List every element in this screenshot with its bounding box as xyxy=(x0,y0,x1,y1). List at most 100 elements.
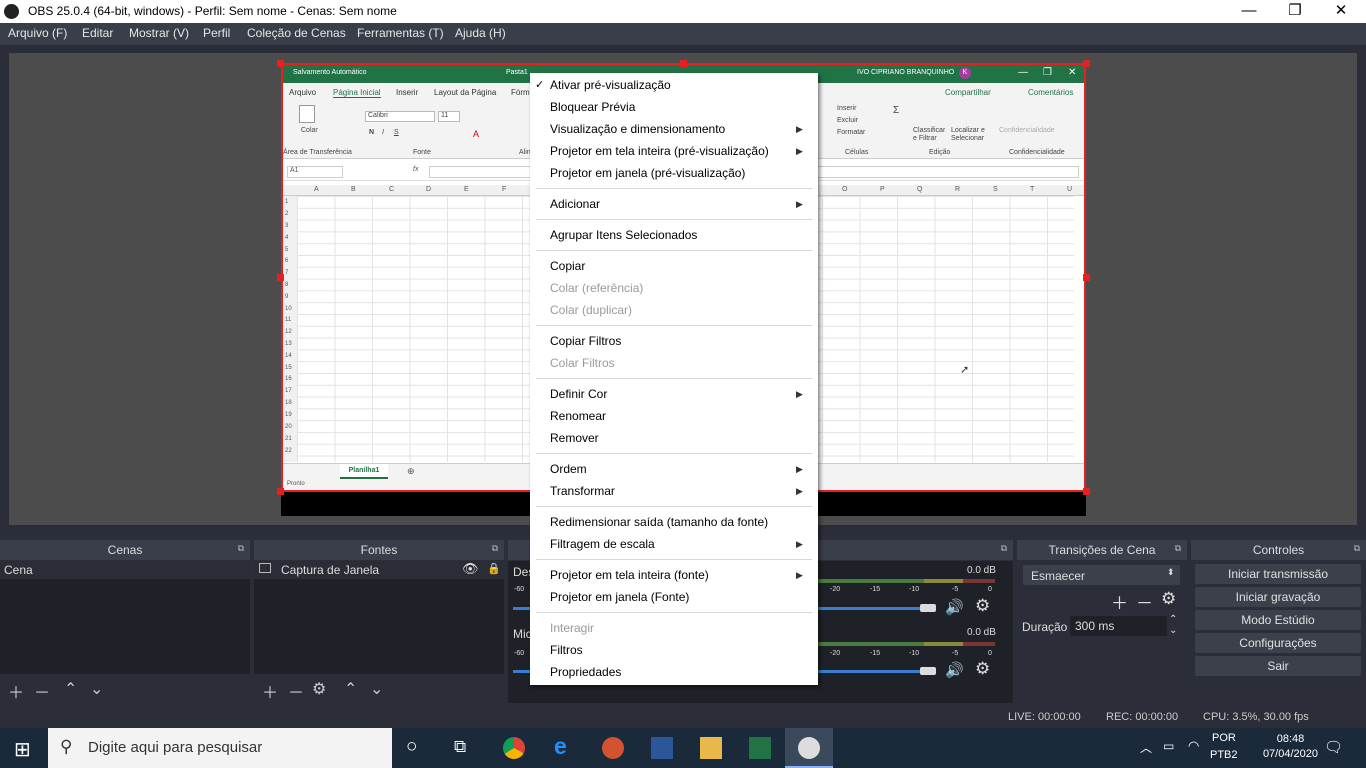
excel-col: P xyxy=(880,186,885,193)
menu-item-windowed-projector-source[interactable]: Projetor em janela (Fonte) xyxy=(550,590,689,604)
menu-editar[interactable]: Editar xyxy=(82,26,113,40)
menu-item-properties[interactable]: Propriedades xyxy=(550,665,621,679)
menu-item-preview-scaling[interactable]: Visualização e dimensionamento xyxy=(550,122,725,136)
battery-icon[interactable]: ▭ xyxy=(1163,739,1174,753)
settings-button[interactable]: Configurações xyxy=(1195,633,1361,653)
remove-scene-icon[interactable]: － xyxy=(34,679,50,703)
source-item[interactable]: Captura de Janela 👁 🔒 xyxy=(254,561,504,579)
resize-handle-tl[interactable] xyxy=(277,60,284,67)
menu-item-group-selected[interactable]: Agrupar Itens Selecionados xyxy=(550,228,697,242)
menu-item-order[interactable]: Ordem xyxy=(550,462,587,476)
move-up-icon[interactable]: ⌃ xyxy=(64,679,77,699)
menu-item-enable-preview[interactable]: Ativar pré-visualização xyxy=(550,78,671,92)
move-down-icon[interactable]: ⌄ xyxy=(370,679,383,699)
scene-item[interactable]: Cena xyxy=(0,561,250,579)
taskbar-search[interactable]: ⚲ Digite aqui para pesquisar xyxy=(48,728,392,768)
sources-float-icon[interactable]: ⧉ xyxy=(492,543,498,554)
add-source-icon[interactable]: ＋ xyxy=(262,679,278,703)
excel-delete-cells: Excluir xyxy=(837,117,859,124)
scenes-dock: Cenas ⧉ Cena ＋ － ⌃ ⌄ xyxy=(0,540,250,703)
close-button[interactable]: ✕ xyxy=(1318,0,1364,23)
resize-handle-bl[interactable] xyxy=(277,488,284,495)
menu-mostrar[interactable]: Mostrar (V) xyxy=(129,26,189,40)
excel-row: 18 xyxy=(285,400,292,406)
volume-slider-knob[interactable] xyxy=(920,667,936,675)
resize-handle-r[interactable] xyxy=(1083,274,1090,281)
powerpoint-icon[interactable] xyxy=(602,737,624,759)
resize-handle-l[interactable] xyxy=(277,274,284,281)
cortana-icon[interactable]: ○ xyxy=(406,736,417,758)
move-up-icon[interactable]: ⌃ xyxy=(344,679,357,699)
source-properties-gear-icon[interactable]: ⚙ xyxy=(312,679,326,699)
wifi-icon[interactable]: ◠ xyxy=(1188,738,1199,754)
duration-spin-icon[interactable]: ⌃ ⌄ xyxy=(1169,614,1177,636)
add-scene-icon[interactable]: ＋ xyxy=(8,679,24,703)
mixer-gear-icon[interactable]: ⚙ xyxy=(975,659,990,679)
menu-item-transform[interactable]: Transformar xyxy=(550,484,615,498)
excel-row: 4 xyxy=(285,235,289,241)
menu-item-filters[interactable]: Filtros xyxy=(550,643,583,657)
menu-item-resize-output[interactable]: Redimensionar saída (tamanho da fonte) xyxy=(550,515,768,529)
resize-handle-tr[interactable] xyxy=(1083,60,1090,67)
submenu-arrow-icon: ▶ xyxy=(796,199,803,209)
taskbar-clock[interactable]: 08:48 07/04/2020 xyxy=(1263,733,1318,760)
menu-item-scale-filtering[interactable]: Filtragem de escala xyxy=(550,537,655,551)
tray-chevron-icon[interactable]: ︿ xyxy=(1140,739,1152,756)
menu-item-lock-preview[interactable]: Bloquear Prévia xyxy=(550,100,635,114)
menu-item-copy-filters[interactable]: Copiar Filtros xyxy=(550,334,621,348)
remove-source-icon[interactable]: － xyxy=(288,679,304,703)
menu-ferramentas[interactable]: Ferramentas (T) xyxy=(357,26,444,40)
obs-taskbar-item[interactable] xyxy=(785,728,833,768)
resize-handle-t[interactable] xyxy=(680,60,687,67)
menu-arquivo[interactable]: Arquivo (F) xyxy=(8,26,67,40)
language-code[interactable]: POR xyxy=(1212,732,1236,744)
menu-item-fullscreen-projector-source[interactable]: Projetor em tela inteira (fonte) xyxy=(550,568,709,582)
transitions-float-icon[interactable]: ⧉ xyxy=(1175,543,1181,554)
speaker-icon[interactable]: 🔊 xyxy=(945,598,964,616)
start-recording-button[interactable]: Iniciar gravação xyxy=(1195,587,1361,607)
maximize-button[interactable]: ❐ xyxy=(1272,0,1318,23)
move-down-icon[interactable]: ⌄ xyxy=(90,679,103,699)
windows-start-icon[interactable]: ⊞ xyxy=(14,737,31,762)
edge-icon[interactable]: e xyxy=(554,733,567,760)
menu-item-windowed-projector-preview[interactable]: Projetor em janela (pré-visualização) xyxy=(550,166,745,180)
menu-item-add[interactable]: Adicionar xyxy=(550,197,600,211)
menu-item-fullscreen-projector-preview[interactable]: Projetor em tela inteira (pré-visualizaç… xyxy=(550,144,769,158)
chrome-icon[interactable] xyxy=(503,737,525,759)
remove-transition-icon[interactable]: － xyxy=(1136,589,1153,614)
menu-item-set-color[interactable]: Definir Cor xyxy=(550,387,607,401)
minimize-button[interactable]: — xyxy=(1226,0,1272,23)
menu-ajuda[interactable]: Ajuda (H) xyxy=(455,26,506,40)
transition-gear-icon[interactable]: ⚙ xyxy=(1161,589,1176,609)
excel-font-size: 11 xyxy=(438,111,460,122)
menu-perfil[interactable]: Perfil xyxy=(203,26,230,40)
add-transition-icon[interactable]: ＋ xyxy=(1111,589,1128,614)
mixer-float-icon[interactable]: ⧉ xyxy=(1001,543,1007,554)
sources-title: Fontes xyxy=(254,540,504,560)
scenes-float-icon[interactable]: ⧉ xyxy=(238,543,244,554)
controls-float-icon[interactable]: ⧉ xyxy=(1354,543,1360,554)
file-explorer-icon[interactable] xyxy=(700,737,722,759)
speaker-icon[interactable]: 🔊 xyxy=(945,661,964,679)
mixer-gear-icon[interactable]: ⚙ xyxy=(975,596,990,616)
volume-slider-knob[interactable] xyxy=(920,604,936,612)
notifications-icon[interactable]: 🗨 xyxy=(1324,738,1343,756)
excel-row: 5 xyxy=(285,247,289,253)
start-streaming-button[interactable]: Iniciar transmissão xyxy=(1195,564,1361,584)
studio-mode-button[interactable]: Modo Estúdio xyxy=(1195,610,1361,630)
transition-select[interactable]: Esmaecer xyxy=(1023,565,1180,585)
task-view-icon[interactable]: ⧉ xyxy=(454,737,466,757)
menu-item-remove[interactable]: Remover xyxy=(550,431,599,445)
exit-button[interactable]: Sair xyxy=(1195,656,1361,676)
excel-icon[interactable] xyxy=(749,737,771,759)
keyboard-layout[interactable]: PTB2 xyxy=(1210,749,1238,761)
eye-icon[interactable]: 👁 xyxy=(462,561,479,577)
menu-item-copy[interactable]: Copiar xyxy=(550,259,585,273)
menu-colecao-cenas[interactable]: Coleção de Cenas xyxy=(247,26,346,40)
menu-item-rename[interactable]: Renomear xyxy=(550,409,606,423)
excel-find-select: Localizar e Selecionar xyxy=(951,127,985,142)
lock-icon[interactable]: 🔒 xyxy=(487,562,501,575)
resize-handle-br[interactable] xyxy=(1083,488,1090,495)
duration-input[interactable]: 300 ms xyxy=(1070,616,1167,636)
word-icon[interactable] xyxy=(651,737,673,759)
